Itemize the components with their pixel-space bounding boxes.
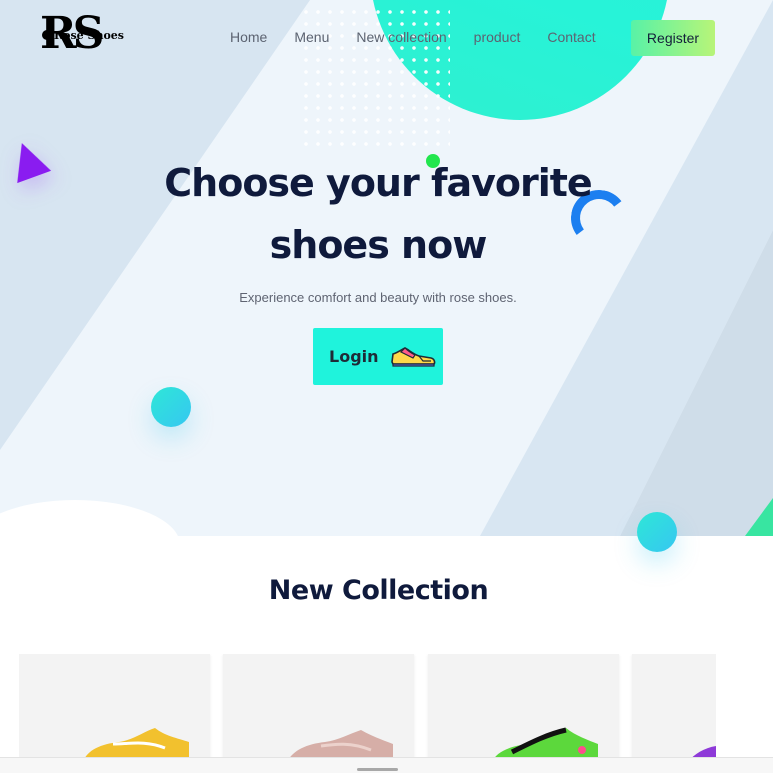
nav-item-menu[interactable]: Menu <box>294 29 329 45</box>
logo[interactable]: RS Rose Shoes <box>40 8 124 60</box>
hero-subtitle: Experience comfort and beauty with rose … <box>239 290 517 305</box>
nav-item-home[interactable]: Home <box>230 29 267 45</box>
product-card[interactable] <box>632 654 716 764</box>
dot-pattern <box>300 6 450 146</box>
sneaker-icon <box>390 346 435 367</box>
nav-item-new-collection[interactable]: New collection <box>356 29 446 45</box>
ball-decoration <box>151 387 191 427</box>
register-button[interactable]: Register <box>631 20 715 56</box>
product-card[interactable] <box>223 654 414 764</box>
collection-carousel <box>19 654 716 764</box>
corner-decoration <box>745 498 773 536</box>
headline-line-2: shoes now <box>269 223 488 267</box>
product-card[interactable] <box>19 654 210 764</box>
product-card[interactable] <box>428 654 619 764</box>
logo-name: Rose Shoes <box>54 29 124 42</box>
scroll-handle[interactable] <box>357 768 398 771</box>
main-nav: Home Menu New collection product Contact <box>230 29 623 45</box>
headline-line-1: Choose your favorite <box>164 161 592 205</box>
login-label: Login <box>329 347 379 366</box>
ball-decoration <box>637 512 677 552</box>
login-button[interactable]: Login <box>313 328 443 385</box>
hero-headline: Choose your favorite shoes now <box>100 152 656 276</box>
collection-title: New Collection <box>268 575 489 606</box>
nav-item-product[interactable]: product <box>474 29 521 45</box>
rose-icon <box>42 30 52 40</box>
nav-item-contact[interactable]: Contact <box>547 29 595 45</box>
hero-section: RS Rose Shoes Home Menu New collection p… <box>0 0 773 536</box>
